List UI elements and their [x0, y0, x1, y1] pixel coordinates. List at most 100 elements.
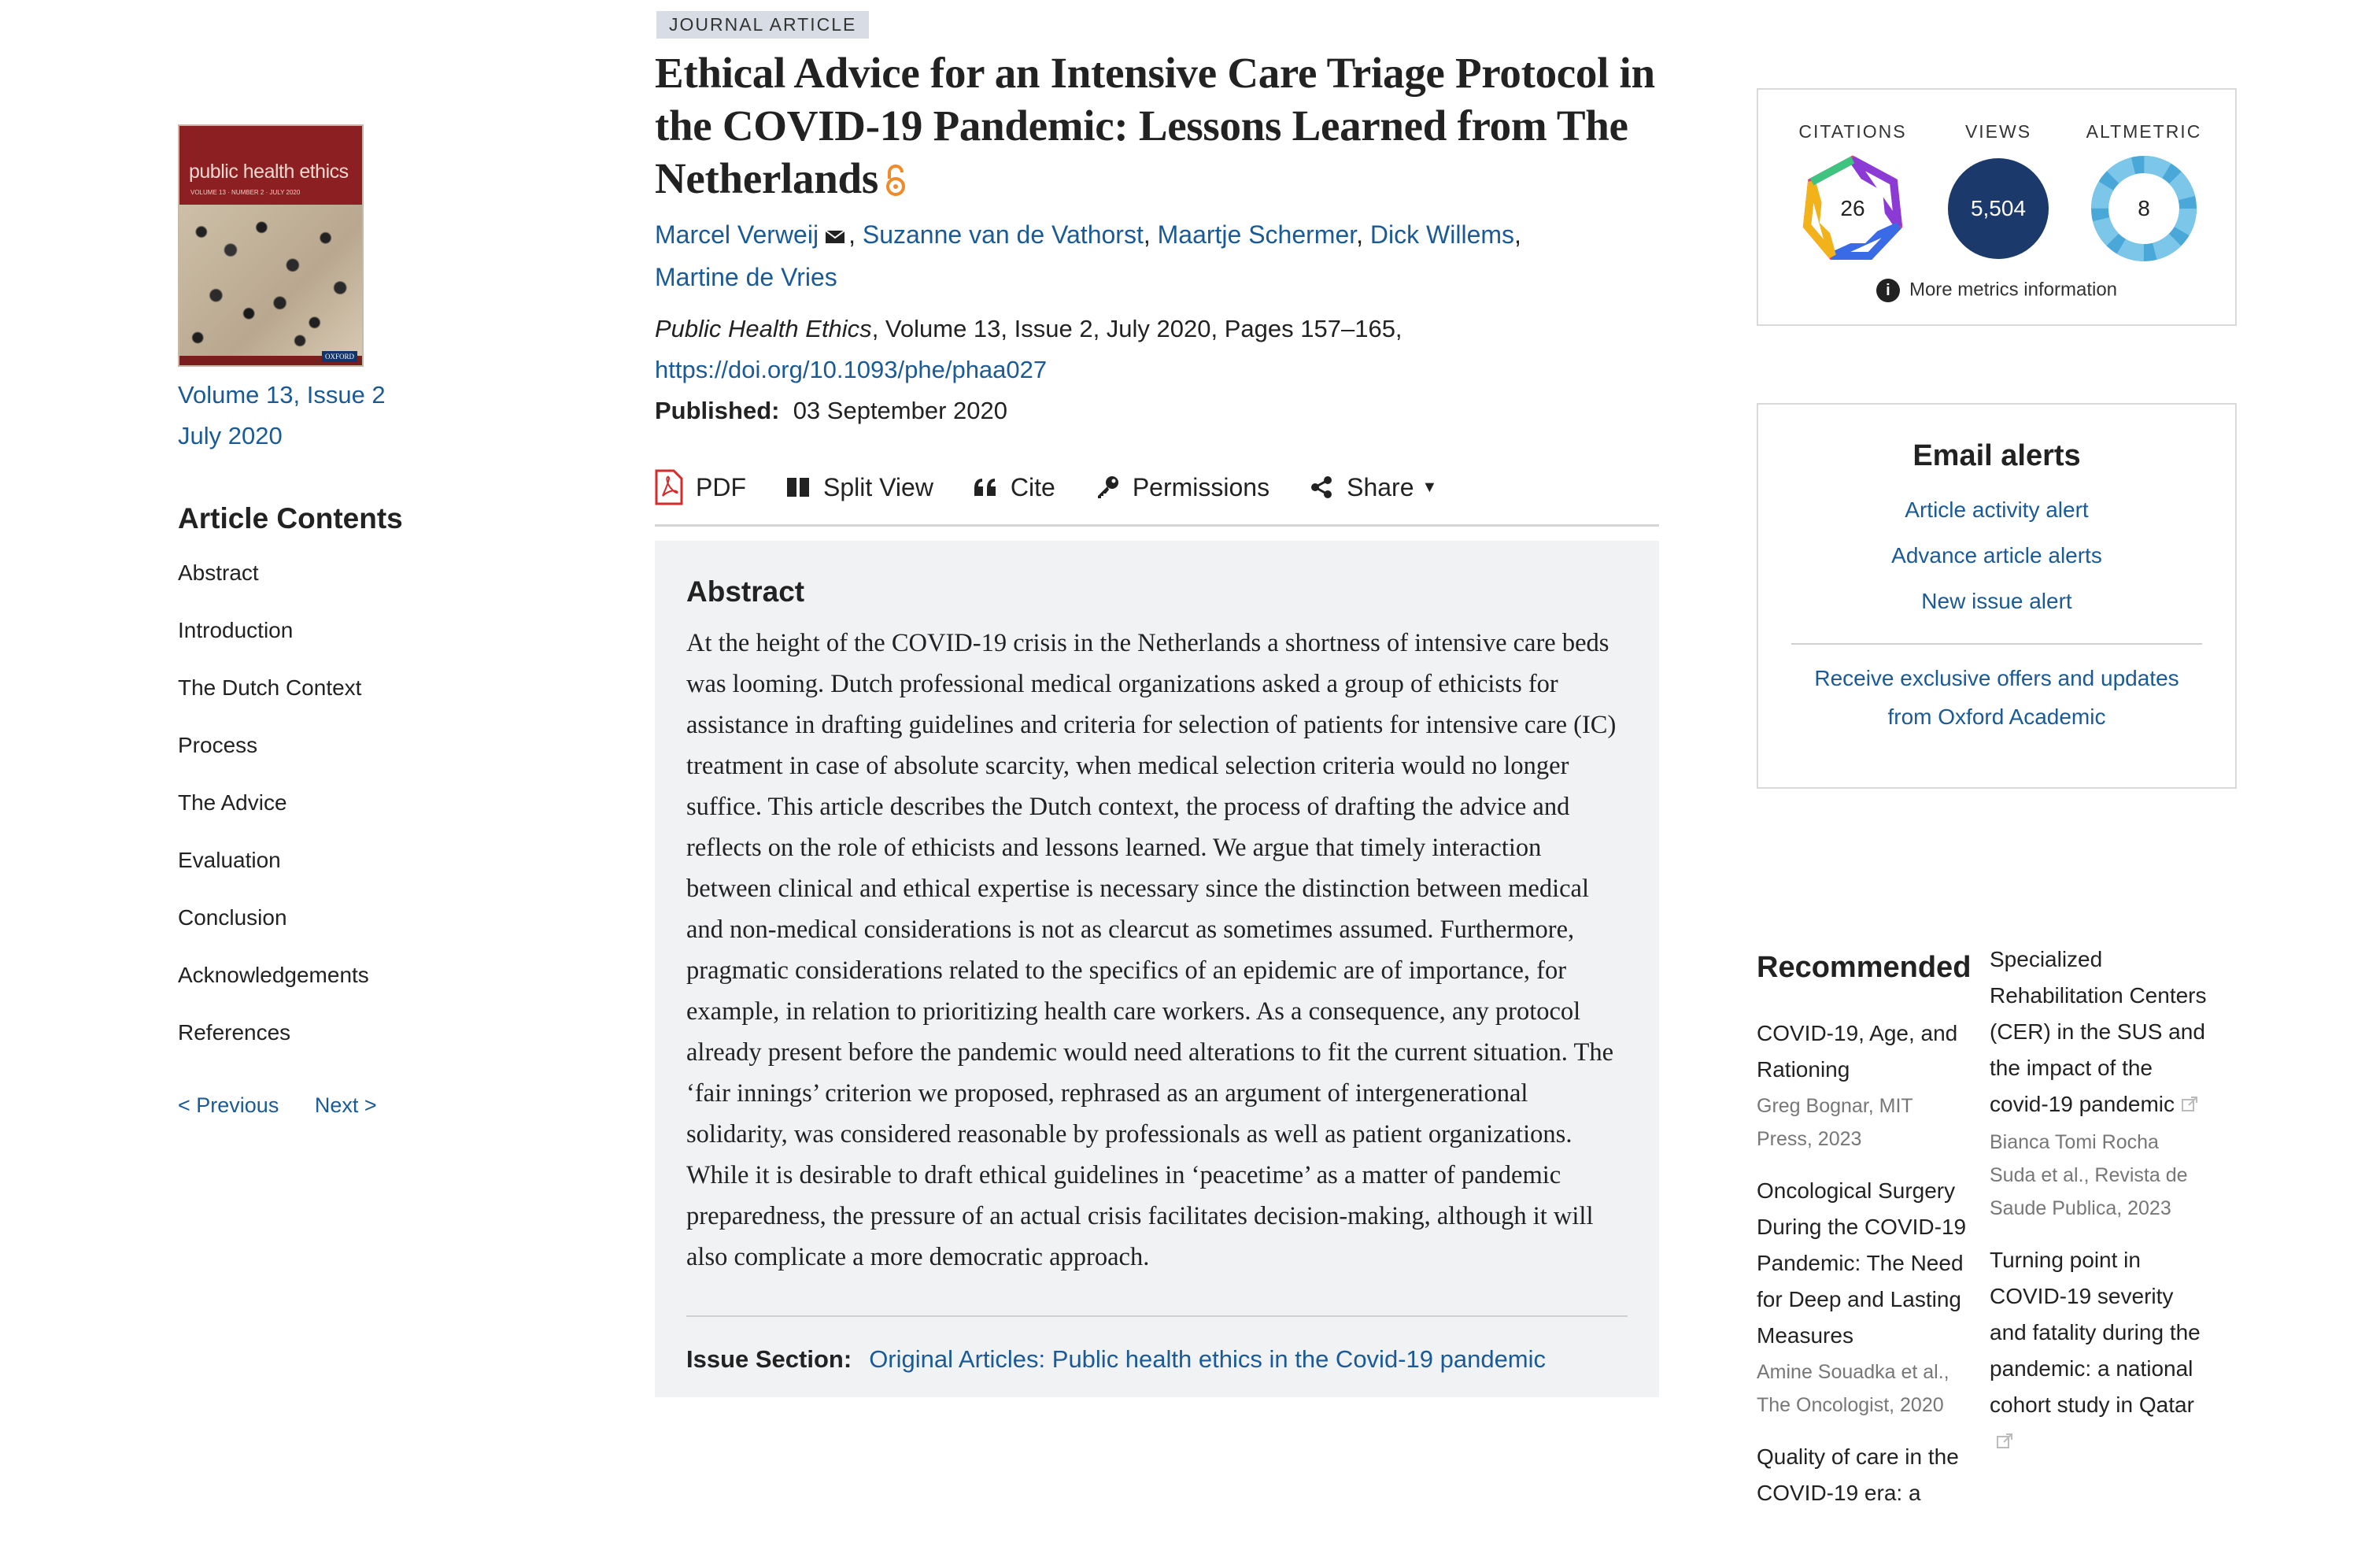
recommended-item[interactable]: COVID-19, Age, and Rationing Greg Bognar…	[1757, 1015, 1974, 1156]
contents-item-references[interactable]: References	[178, 1017, 508, 1074]
key-icon	[1097, 476, 1118, 498]
recommended-title: COVID-19, Age, and Rationing	[1757, 1021, 1958, 1082]
recommended-item[interactable]: Quality of care in the COVID-19 era: a	[1757, 1439, 1974, 1511]
chevron-down-icon: ▼	[1421, 478, 1438, 496]
published-label: Published:	[655, 397, 780, 424]
pdf-button[interactable]: PDF	[655, 469, 746, 505]
issue-section-label: Issue Section:	[686, 1345, 852, 1373]
issue-date-link[interactable]: July 2020	[178, 416, 508, 457]
altmetric-value: 8	[2138, 196, 2150, 220]
author-link[interactable]: Suzanne van de Vathorst	[863, 220, 1144, 249]
author-link[interactable]: Dick Willems	[1370, 220, 1514, 249]
author-separator: ,	[1143, 220, 1158, 249]
more-metrics-link[interactable]: i More metrics information	[1758, 279, 2235, 302]
contents-item-conclusion[interactable]: Conclusion	[178, 902, 508, 960]
author-separator: ,	[1514, 220, 1521, 249]
contents-item-abstract[interactable]: Abstract	[178, 557, 508, 615]
citations-metric[interactable]: CITATIONS 26	[1774, 121, 1931, 264]
journal-cover-image[interactable]: public health ethics VOLUME 13 · NUMBER …	[178, 124, 364, 367]
contents-item-the-advice[interactable]: The Advice	[178, 787, 508, 845]
cite-button[interactable]: Cite	[973, 473, 1055, 502]
author-separator: ,	[848, 220, 863, 249]
abstract-section: Abstract At the height of the COVID-19 c…	[655, 541, 1659, 1397]
citations-label: CITATIONS	[1798, 121, 1907, 142]
recommended-title: Turning point in COVID-19 severity and f…	[1990, 1242, 2207, 1461]
open-access-icon	[885, 157, 907, 209]
issue-link[interactable]: Volume 13, Issue 2	[178, 375, 508, 416]
article-type-badge: JOURNAL ARTICLE	[656, 11, 870, 39]
contents-item-dutch-context[interactable]: The Dutch Context	[178, 672, 508, 730]
left-sidebar: public health ethics VOLUME 13 · NUMBER …	[178, 124, 508, 1118]
dimensions-badge-icon: 26	[1798, 153, 1908, 264]
views-value: 5,504	[1970, 196, 2027, 220]
advance-article-alerts-link[interactable]: Advance article alerts	[1758, 533, 2235, 579]
citations-value: 26	[1840, 196, 1865, 220]
recommended-item[interactable]: Specialized Rehabilitation Centers (CER)…	[1990, 941, 2207, 1225]
next-link[interactable]: Next >	[315, 1093, 377, 1117]
issue-section: Issue Section: Original Articles: Public …	[686, 1315, 1628, 1374]
altmetric-metric[interactable]: ALTMETRIC 8	[2065, 121, 2223, 264]
recommended-meta: Greg Bognar, MIT Press, 2023	[1757, 1095, 1913, 1150]
recommended-meta: Bianca Tomi Rocha Suda et al., Revista d…	[1990, 1131, 2188, 1219]
views-metric[interactable]: VIEWS 5,504	[1920, 121, 2077, 264]
share-button[interactable]: Share ▼	[1309, 473, 1437, 502]
previous-link[interactable]: < Previous	[178, 1093, 279, 1117]
metrics-panel: CITATIONS 26 VIEWS 5,504 ALTMETRIC 8 i M…	[1757, 88, 2237, 326]
citation-block: Public Health Ethics, Volume 13, Issue 2…	[655, 309, 1659, 431]
author-link[interactable]: Martine de Vries	[655, 263, 837, 291]
author-separator: ,	[1356, 220, 1370, 249]
article-toolbar: PDF Split View Cite Permissions Share ▼	[655, 468, 1659, 527]
article-title: Ethical Advice for an Intensive Care Tri…	[655, 46, 1659, 209]
cover-photo	[179, 205, 362, 356]
recommended-column-2: Specialized Rehabilitation Centers (CER)…	[1990, 941, 2207, 1478]
contents-item-process[interactable]: Process	[178, 730, 508, 787]
recommended-item[interactable]: Turning point in COVID-19 severity and f…	[1990, 1242, 2207, 1461]
split-view-label: Split View	[823, 472, 933, 501]
article-activity-alert-link[interactable]: Article activity alert	[1758, 487, 2235, 533]
contents-item-introduction[interactable]: Introduction	[178, 615, 508, 672]
permissions-label: Permissions	[1132, 472, 1270, 501]
views-label: VIEWS	[1964, 121, 2032, 142]
divider	[1791, 643, 2202, 645]
pdf-icon	[655, 469, 683, 505]
abstract-text: At the height of the COVID-19 crisis in …	[686, 629, 1617, 1271]
new-issue-alert-link[interactable]: New issue alert	[1758, 579, 2235, 624]
contents-item-evaluation[interactable]: Evaluation	[178, 845, 508, 902]
cover-journal-name: public health ethics	[189, 161, 349, 183]
split-view-icon	[787, 478, 809, 497]
article-title-text: Ethical Advice for an Intensive Care Tri…	[655, 49, 1655, 202]
recommended-title: Quality of care in the COVID-19 era: a	[1757, 1444, 1959, 1505]
exclusive-offers-link[interactable]: Receive exclusive offers and updates fro…	[1758, 659, 2235, 736]
author-link[interactable]: Marcel Verweij	[655, 220, 819, 249]
external-link-icon	[2181, 1088, 2198, 1124]
email-alerts-heading: Email alerts	[1913, 439, 2081, 472]
citation-details: , Volume 13, Issue 2, July 2020, Pages 1…	[871, 315, 1402, 342]
quote-icon	[974, 479, 996, 496]
article-pagination: < Previous Next >	[178, 1093, 508, 1118]
author-link[interactable]: Maartje Schermer	[1158, 220, 1357, 249]
published-value: 03 September 2020	[793, 397, 1007, 424]
info-icon: i	[1876, 279, 1900, 302]
views-badge: 5,504	[1943, 153, 2053, 264]
cite-label: Cite	[1010, 472, 1055, 501]
article-contents-list: Abstract Introduction The Dutch Context …	[178, 557, 508, 1074]
recommended-item[interactable]: Oncological Surgery During the COVID-19 …	[1757, 1173, 1974, 1422]
journal-name: Public Health Ethics	[655, 315, 872, 342]
share-icon	[1311, 476, 1332, 498]
article-page: public health ethics VOLUME 13 · NUMBER …	[0, 0, 2380, 1546]
article-contents-heading: Article Contents	[178, 502, 403, 534]
external-link-icon	[1996, 1425, 2013, 1461]
permissions-button[interactable]: Permissions	[1095, 473, 1269, 502]
pdf-label: PDF	[696, 472, 746, 501]
doi-link[interactable]: https://doi.org/10.1093/phe/phaa027	[655, 356, 1047, 383]
author-list: Marcel Verweij, Suzanne van de Vathorst,…	[655, 214, 1659, 298]
email-icon[interactable]	[825, 216, 845, 257]
recommended-title: Oncological Surgery During the COVID-19 …	[1757, 1178, 1967, 1348]
altmetric-donut-icon: 8	[2089, 153, 2199, 264]
abstract-heading: Abstract	[686, 575, 805, 608]
recommended-title-text: Turning point in COVID-19 severity and f…	[1990, 1248, 2201, 1417]
issue-section-link[interactable]: Original Articles: Public health ethics …	[869, 1345, 1546, 1373]
published-date: Published: 03 September 2020	[655, 397, 1007, 424]
contents-item-acknowledgements[interactable]: Acknowledgements	[178, 960, 508, 1017]
split-view-button[interactable]: Split View	[785, 473, 933, 502]
